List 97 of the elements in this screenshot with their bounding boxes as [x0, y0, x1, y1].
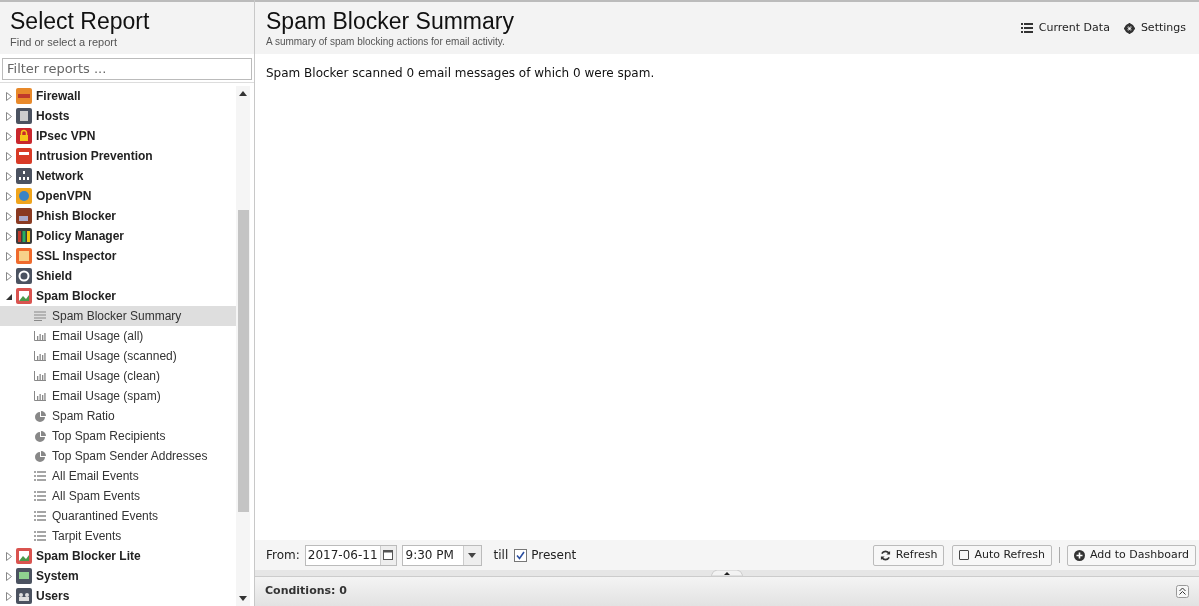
conditions-label: Conditions: 0	[265, 583, 347, 600]
expand-icon[interactable]	[1176, 585, 1189, 598]
text-lines-icon	[34, 311, 46, 321]
app-icon	[16, 588, 32, 604]
collapsed-arrow-icon[interactable]	[6, 111, 12, 121]
list-icon	[34, 471, 46, 481]
tree-item[interactable]: Shield	[0, 266, 236, 286]
pie-chart-icon	[34, 410, 46, 422]
auto-refresh-button[interactable]: Auto Refresh	[952, 544, 1052, 566]
scroll-up-icon[interactable]	[239, 91, 247, 96]
list-icon	[34, 511, 46, 521]
scroll-down-icon[interactable]	[239, 596, 247, 601]
tree-item[interactable]: Hosts	[0, 106, 236, 126]
bar-chart-icon	[34, 371, 46, 381]
tree-item[interactable]: Users	[0, 586, 236, 606]
list-icon	[34, 491, 46, 501]
tree-item[interactable]: IPsec VPN	[0, 126, 236, 146]
report-title: Spam Blocker Summary	[266, 8, 514, 34]
report-item[interactable]: Top Spam Sender Addresses	[0, 446, 236, 466]
report-item[interactable]: Spam Blocker Summary	[0, 306, 236, 326]
present-label: Present	[531, 547, 577, 564]
report-text: Spam Blocker scanned 0 email messages of which 0 were spam.	[266, 65, 656, 82]
report-item[interactable]: Top Spam Recipients	[0, 426, 236, 446]
pie-chart-icon	[34, 450, 46, 462]
collapse-handle-icon[interactable]	[711, 570, 743, 576]
current-data-button[interactable]: Current Data	[1020, 20, 1110, 36]
app-icon	[16, 168, 32, 184]
scrollbar[interactable]	[236, 86, 250, 606]
report-item[interactable]: Email Usage (scanned)	[0, 346, 236, 366]
report-item[interactable]: Email Usage (all)	[0, 326, 236, 346]
tree-item[interactable]: Spam Blocker	[0, 286, 236, 306]
collapsed-arrow-icon[interactable]	[6, 231, 12, 241]
scroll-thumb[interactable]	[237, 210, 249, 512]
app-icon	[16, 228, 32, 244]
bar-chart-icon	[34, 351, 46, 361]
refresh-button[interactable]: Refresh	[872, 544, 945, 566]
collapsed-arrow-icon[interactable]	[6, 131, 12, 141]
app-icon	[16, 88, 32, 104]
report-item[interactable]: Email Usage (spam)	[0, 386, 236, 406]
collapsed-arrow-icon[interactable]	[6, 151, 12, 161]
from-label: From:	[266, 547, 300, 564]
sidebar-subtitle: Find or select a report	[10, 35, 118, 50]
plus-circle-icon	[1074, 549, 1085, 561]
app-icon	[16, 268, 32, 284]
collapsed-arrow-icon[interactable]	[6, 91, 12, 101]
collapsed-arrow-icon[interactable]	[6, 251, 12, 261]
tree-item[interactable]: SSL Inspector	[0, 246, 236, 266]
tree-item[interactable]: Network	[0, 166, 236, 186]
app-icon	[16, 288, 32, 304]
filter-field[interactable]: Filter reports ...	[2, 57, 252, 80]
collapsed-arrow-icon[interactable]	[6, 191, 12, 201]
bar-chart-icon	[34, 391, 46, 401]
pie-chart-icon	[34, 430, 46, 442]
refresh-icon	[879, 549, 891, 561]
report-item[interactable]: All Spam Events	[0, 486, 236, 506]
tree-item[interactable]: Spam Blocker Lite	[0, 546, 236, 566]
report-subtitle: A summary of spam blocking actions for email activity.	[266, 35, 506, 49]
app-icon	[16, 148, 32, 164]
calendar-icon[interactable]	[383, 550, 394, 560]
app-icon	[16, 248, 32, 264]
report-item[interactable]: All Email Events	[0, 466, 236, 486]
tree-item[interactable]: Intrusion Prevention	[0, 146, 236, 166]
collapsed-arrow-icon[interactable]	[6, 171, 12, 181]
app-icon	[16, 208, 32, 224]
sidebar-title: Select Report	[10, 8, 151, 34]
tree-item[interactable]: OpenVPN	[0, 186, 236, 206]
tree-item[interactable]: Phish Blocker	[0, 206, 236, 226]
till-label: till	[493, 547, 509, 564]
app-icon	[16, 568, 32, 584]
app-icon	[16, 128, 32, 144]
app-icon	[16, 188, 32, 204]
report-item[interactable]: Spam Ratio	[0, 406, 236, 426]
tree-item[interactable]: System	[0, 566, 236, 586]
auto-refresh-checkbox[interactable]	[959, 550, 970, 560]
present-checkbox[interactable]	[514, 548, 528, 562]
bar-chart-icon	[34, 331, 46, 341]
collapsed-arrow-icon[interactable]	[6, 551, 12, 561]
collapsed-arrow-icon[interactable]	[6, 271, 12, 281]
add-to-dashboard-button[interactable]: Add to Dashboard	[1067, 544, 1196, 566]
report-item[interactable]: Tarpit Events	[0, 526, 236, 546]
time-field[interactable]: 9:30 PM	[401, 544, 482, 566]
app-icon	[16, 108, 32, 124]
list-icon	[1020, 23, 1033, 33]
date-field[interactable]: 2017-06-11	[304, 544, 397, 566]
tree-item[interactable]: Firewall	[0, 86, 236, 106]
app-icon	[16, 548, 32, 564]
caret-icon[interactable]	[468, 552, 477, 558]
collapsed-arrow-icon[interactable]	[6, 571, 12, 581]
list-icon	[34, 531, 46, 541]
collapsed-arrow-icon[interactable]	[6, 591, 12, 601]
tree-item[interactable]: Policy Manager	[0, 226, 236, 246]
settings-icon	[1123, 22, 1135, 34]
settings-button[interactable]: Settings	[1123, 20, 1186, 36]
report-item[interactable]: Email Usage (clean)	[0, 366, 236, 386]
expanded-arrow-icon[interactable]	[6, 292, 12, 300]
report-item[interactable]: Quarantined Events	[0, 506, 236, 526]
collapsed-arrow-icon[interactable]	[6, 211, 12, 221]
